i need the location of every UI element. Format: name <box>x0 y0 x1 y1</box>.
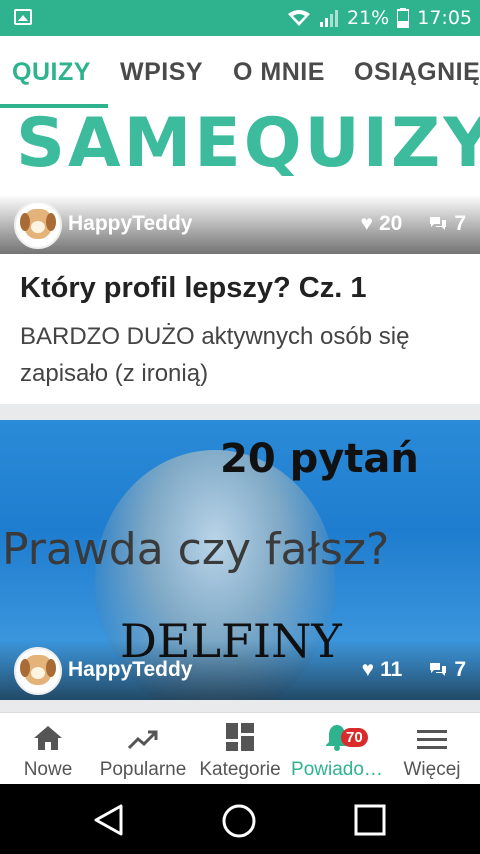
nav-label: Popularne <box>99 759 187 780</box>
nav-label: Kategorie <box>199 759 281 780</box>
image-notification-icon <box>14 9 32 25</box>
nav-label: Więcej <box>403 759 461 780</box>
home-icon <box>34 726 62 750</box>
home-circle-icon[interactable] <box>222 804 256 838</box>
tab-quizy[interactable]: QUIZY <box>12 58 91 87</box>
profile-tabs: QUIZY WPISY O MNIE OSIĄGNIĘ <box>0 36 480 108</box>
author-name[interactable]: HappyTeddy <box>68 212 192 236</box>
bottom-navigation: Nowe Popularne Kategorie 70 Powiado… Wię… <box>0 712 480 785</box>
signal-icon <box>320 10 338 27</box>
clock: 17:05 <box>417 7 472 29</box>
thumbnail-logo-text: SAMEQUIZY <box>16 108 480 183</box>
nav-label: Nowe <box>23 759 73 780</box>
system-navigation-bar <box>0 784 480 854</box>
recents-icon[interactable] <box>354 804 386 836</box>
comments-count: 7 <box>454 212 466 235</box>
menu-icon <box>417 730 447 749</box>
back-icon[interactable] <box>93 804 125 836</box>
nav-wiecej[interactable]: Więcej <box>398 713 466 785</box>
author-avatar[interactable] <box>14 201 62 249</box>
thumbnail-text-middle: Prawda czy fałsz? <box>2 524 390 575</box>
author-avatar[interactable] <box>14 647 62 695</box>
likes-count: 11 <box>380 658 403 681</box>
comments-count: 7 <box>454 658 466 681</box>
battery-icon <box>397 8 410 28</box>
quiz-stats: ♥ 20 7 <box>360 212 466 236</box>
tab-osiagniecia[interactable]: OSIĄGNIĘ <box>354 58 480 87</box>
status-bar: 21% 17:05 <box>0 0 480 36</box>
quiz-description: BARDZO DUŻO aktywnych osób się zapisało … <box>20 323 410 387</box>
trending-icon <box>127 730 158 750</box>
comments-icon <box>430 663 447 676</box>
battery-percent: 21% <box>347 7 390 29</box>
tab-o-mnie[interactable]: O MNIE <box>233 58 325 87</box>
heart-icon: ♥ <box>361 658 375 681</box>
quiz-stats: ♥ 11 7 <box>362 658 466 682</box>
wifi-icon <box>288 10 310 26</box>
heart-icon: ♥ <box>360 212 373 235</box>
tab-wpisy[interactable]: WPISY <box>120 58 203 87</box>
quiz-card[interactable]: SAMEQUIZY HappyTeddy ♥ 20 7 Który profil… <box>0 108 480 404</box>
grid-icon <box>226 723 254 751</box>
quiz-thumbnail: SAMEQUIZY HappyTeddy ♥ 20 7 <box>0 108 480 254</box>
nav-popularne[interactable]: Popularne <box>97 713 189 785</box>
nav-nowe[interactable]: Nowe <box>20 713 76 785</box>
likes-count: 20 <box>378 212 403 235</box>
nav-label: Powiado… <box>291 759 383 780</box>
nav-powiadomienia[interactable]: 70 Powiado… <box>290 713 384 785</box>
quiz-card[interactable]: 20 pytań Prawda czy fałsz? DELFINY Happy… <box>0 420 480 700</box>
thumbnail-text-top: 20 pytań <box>220 436 419 482</box>
quiz-title[interactable]: Który profil lepszy? Cz. 1 <box>20 272 366 305</box>
nav-kategorie[interactable]: Kategorie <box>196 713 284 785</box>
notification-badge: 70 <box>341 728 368 747</box>
author-name[interactable]: HappyTeddy <box>68 658 192 682</box>
comments-icon <box>430 217 447 230</box>
